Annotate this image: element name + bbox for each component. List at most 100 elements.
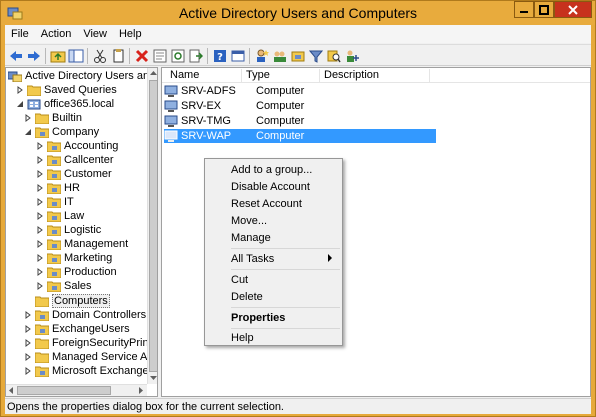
- tree-item-ou[interactable]: Microsoft Exchange S: [24, 364, 157, 378]
- list-item[interactable]: SRV-ADFS Computer: [164, 84, 436, 98]
- list-item[interactable]: SRV-TMG Computer: [164, 114, 436, 128]
- tree-item-folder[interactable]: ForeignSecurityPrinci: [24, 336, 157, 350]
- cut-button[interactable]: [92, 48, 108, 64]
- menu-item-add-to-group[interactable]: Add to a group...: [207, 161, 340, 178]
- tree-label: Company: [52, 126, 100, 138]
- menu-item-manage[interactable]: Manage: [207, 229, 340, 246]
- tree-item-ou[interactable]: IT: [36, 195, 74, 209]
- expand-icon: [37, 170, 43, 178]
- scroll-thumb[interactable]: [149, 80, 157, 372]
- tree-label: Callcenter: [64, 154, 114, 166]
- tree-item-company[interactable]: Company: [24, 125, 99, 139]
- tree-item-root[interactable]: Active Directory Users and Co: [8, 69, 157, 83]
- expand-icon: [25, 311, 31, 319]
- domain-icon: [27, 99, 41, 109]
- column-name[interactable]: Name: [166, 69, 242, 82]
- up-folder-icon: [50, 51, 66, 63]
- tree-item-ou[interactable]: Customer: [36, 167, 112, 181]
- expand-icon: [25, 325, 31, 333]
- menu-view[interactable]: View: [77, 28, 113, 40]
- toolbar-separator: [129, 48, 130, 64]
- filter-button[interactable]: [308, 48, 324, 64]
- menu-help[interactable]: Help: [113, 28, 148, 40]
- window-title: Active Directory Users and Computers: [178, 5, 418, 21]
- menu-action[interactable]: Action: [35, 28, 78, 40]
- close-icon: [568, 4, 578, 15]
- cell-type: Computer: [256, 85, 305, 97]
- copy-button[interactable]: [110, 48, 126, 64]
- tree-item-ou[interactable]: Domain Controllers: [24, 308, 146, 322]
- list-item[interactable]: SRV-EX Computer: [164, 99, 436, 113]
- help-icon: ?: [214, 50, 226, 63]
- cell-name: SRV-TMG: [181, 115, 231, 127]
- tree-vertical-scrollbar[interactable]: [147, 68, 157, 384]
- tree-item-saved-queries[interactable]: Saved Queries: [16, 83, 117, 97]
- cell-type: Computer: [256, 115, 305, 127]
- computer-icon: [164, 115, 178, 127]
- console-button[interactable]: [230, 48, 246, 64]
- tree-label: Law: [64, 210, 85, 222]
- ou-folder-icon: [35, 310, 49, 321]
- menu-item-reset-account[interactable]: Reset Account: [207, 195, 340, 212]
- menu-item-delete[interactable]: Delete: [207, 288, 340, 305]
- ou-folder-icon: [47, 155, 61, 166]
- menu-item-move[interactable]: Move...: [207, 212, 340, 229]
- help-button[interactable]: ?: [212, 48, 228, 64]
- cell-type: Computer: [256, 130, 305, 142]
- tree-item-ou[interactable]: Accounting: [36, 139, 118, 153]
- tree-item-ou[interactable]: Logistic: [36, 223, 101, 237]
- scroll-thumb[interactable]: [17, 386, 111, 395]
- export-list-button[interactable]: [188, 48, 204, 64]
- menu-separator: [231, 248, 340, 249]
- close-button[interactable]: [554, 1, 592, 18]
- tree-item-domain[interactable]: office365.local: [16, 97, 114, 111]
- minimize-button[interactable]: [514, 1, 534, 18]
- menu-item-help[interactable]: Help: [207, 329, 340, 346]
- menu-item-disable-account[interactable]: Disable Account: [207, 178, 340, 195]
- tree-item-ou[interactable]: ExchangeUsers: [24, 322, 130, 336]
- refresh-button[interactable]: [170, 48, 186, 64]
- tree-label: Saved Queries: [44, 84, 117, 96]
- forward-button[interactable]: [26, 48, 42, 64]
- ou-folder-icon: [47, 239, 61, 250]
- folder-icon: [35, 296, 49, 307]
- computer-icon: [164, 100, 178, 112]
- up-folder-button[interactable]: [50, 48, 66, 64]
- new-group-button[interactable]: [272, 48, 288, 64]
- menu-item-cut[interactable]: Cut: [207, 271, 340, 288]
- tree-item-ou[interactable]: Marketing: [36, 251, 112, 265]
- show-console-tree-button[interactable]: [68, 48, 84, 64]
- tree-item-ou[interactable]: HR: [36, 181, 80, 195]
- tree-item-ou[interactable]: Sales: [36, 279, 92, 293]
- new-user-button[interactable]: [254, 48, 270, 64]
- maximize-button[interactable]: [534, 1, 554, 18]
- list-item-selected[interactable]: SRV-WAP Computer: [164, 129, 436, 143]
- tree-item-ou[interactable]: Callcenter: [36, 153, 114, 167]
- ou-folder-icon: [47, 197, 61, 208]
- column-description[interactable]: Description: [320, 69, 430, 82]
- tree-item-ou[interactable]: Law: [36, 209, 84, 223]
- expand-icon: [25, 339, 31, 347]
- find-button[interactable]: [326, 48, 342, 64]
- tree-item-computers[interactable]: Computers: [35, 294, 110, 308]
- console-tree[interactable]: Active Directory Users and Co Saved Quer…: [5, 67, 158, 397]
- title-bar[interactable]: Active Directory Users and Computers: [1, 1, 595, 25]
- tree-item-ou[interactable]: Production: [36, 265, 117, 279]
- add-to-group-button[interactable]: [344, 48, 360, 64]
- new-ou-button[interactable]: [290, 48, 306, 64]
- ou-folder-icon: [47, 253, 61, 264]
- tree-item-builtin[interactable]: Builtin: [24, 111, 82, 125]
- back-button[interactable]: [8, 48, 24, 64]
- delete-button[interactable]: [134, 48, 150, 64]
- properties-button[interactable]: [152, 48, 168, 64]
- menu-file[interactable]: File: [5, 28, 35, 40]
- menu-item-all-tasks[interactable]: All Tasks: [207, 250, 340, 267]
- menu-item-properties[interactable]: Properties: [207, 309, 340, 326]
- scroll-up-icon: [150, 71, 157, 75]
- app-window: Active Directory Users and Computers Fil…: [0, 0, 596, 417]
- tree-item-ou[interactable]: Management: [36, 237, 128, 251]
- tree-item-folder[interactable]: Managed Service Acc: [24, 350, 157, 364]
- tree-horizontal-scrollbar[interactable]: [6, 384, 147, 396]
- column-type[interactable]: Type: [242, 69, 320, 82]
- expand-icon: [25, 114, 31, 122]
